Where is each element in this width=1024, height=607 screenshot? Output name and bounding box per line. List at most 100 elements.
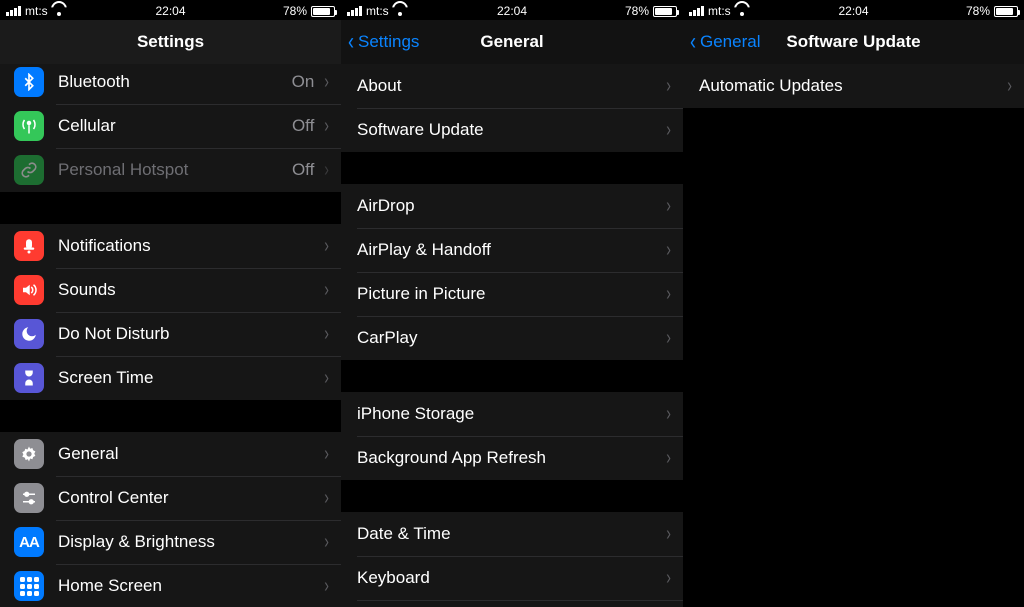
settings-pane: mt:s 22:04 78% Settings BluetoothOn›Cell… xyxy=(0,0,341,607)
row-datetime[interactable]: Date & Time› xyxy=(341,512,683,556)
moon-icon xyxy=(14,319,44,349)
gear-icon xyxy=(14,439,44,469)
status-bar: mt:s 22:04 78% xyxy=(0,0,341,20)
row-display[interactable]: AA Display & Brightness› xyxy=(0,520,341,564)
antenna-icon xyxy=(14,111,44,141)
chevron-right-icon: › xyxy=(322,367,338,390)
row-value: Off xyxy=(292,160,314,180)
row-label: AirPlay & Handoff xyxy=(357,240,660,260)
row-label: Do Not Disturb xyxy=(58,324,318,344)
row-label: Picture in Picture xyxy=(357,284,660,304)
chevron-left-icon: ‹ xyxy=(690,30,696,54)
nav-title: Settings xyxy=(0,32,341,52)
back-button[interactable]: ‹ General xyxy=(683,30,760,54)
row-bluetooth[interactable]: BluetoothOn › xyxy=(0,64,341,104)
row-pip[interactable]: Picture in Picture› xyxy=(341,272,683,316)
row-controlcenter[interactable]: Control Center› xyxy=(0,476,341,520)
row-screentime[interactable]: Screen Time› xyxy=(0,356,341,400)
row-notifications[interactable]: Notifications› xyxy=(0,224,341,268)
chevron-right-icon: › xyxy=(322,115,338,138)
row-label: Control Center xyxy=(58,488,318,508)
chevron-right-icon: › xyxy=(322,235,338,258)
chevron-right-icon: › xyxy=(664,283,680,306)
row-label: About xyxy=(357,76,660,96)
chevron-right-icon: › xyxy=(322,71,338,94)
battery-icon xyxy=(653,6,677,17)
chevron-right-icon: › xyxy=(322,531,338,554)
row-cellular[interactable]: CellularOff › xyxy=(0,104,341,148)
row-label: Background App Refresh xyxy=(357,448,660,468)
row-label: Personal Hotspot xyxy=(58,160,292,180)
aa-icon: AA xyxy=(14,527,44,557)
bell-icon xyxy=(14,231,44,261)
row-label: Sounds xyxy=(58,280,318,300)
row-label: Home Screen xyxy=(58,576,318,596)
row-softwareupdate[interactable]: Software Update› xyxy=(341,108,683,152)
row-bgapp[interactable]: Background App Refresh› xyxy=(341,436,683,480)
row-fonts[interactable]: Fonts› xyxy=(341,600,683,607)
row-airplay[interactable]: AirPlay & Handoff› xyxy=(341,228,683,272)
chevron-right-icon: › xyxy=(664,403,680,426)
row-storage[interactable]: iPhone Storage› xyxy=(341,392,683,436)
chevron-left-icon: ‹ xyxy=(348,30,354,54)
nav-bar: ‹ General Software Update xyxy=(683,20,1024,64)
signal-icon xyxy=(689,6,704,16)
row-dnd[interactable]: Do Not Disturb› xyxy=(0,312,341,356)
nav-bar: Settings xyxy=(0,20,341,64)
sound-icon xyxy=(14,275,44,305)
row-label: General xyxy=(58,444,318,464)
row-sounds[interactable]: Sounds› xyxy=(0,268,341,312)
row-airdrop[interactable]: AirDrop› xyxy=(341,184,683,228)
chevron-right-icon: › xyxy=(664,239,680,262)
chevron-right-icon: › xyxy=(664,75,680,98)
row-general[interactable]: General› xyxy=(0,432,341,476)
row-label: Software Update xyxy=(357,120,660,140)
row-label: Automatic Updates xyxy=(699,76,1001,96)
bluetooth-icon xyxy=(14,67,44,97)
row-label: Keyboard xyxy=(357,568,660,588)
chevron-right-icon: › xyxy=(1005,75,1021,98)
row-keyboard[interactable]: Keyboard› xyxy=(341,556,683,600)
row-homescreen[interactable]: Home Screen› xyxy=(0,564,341,607)
row-label: Date & Time xyxy=(357,524,660,544)
row-label: Bluetooth xyxy=(58,72,292,92)
chevron-right-icon: › xyxy=(322,323,338,346)
chevron-right-icon: › xyxy=(664,119,680,142)
back-label: General xyxy=(700,32,760,52)
chevron-right-icon: › xyxy=(322,443,338,466)
row-autoupdates[interactable]: Automatic Updates› xyxy=(683,64,1024,108)
battery-icon xyxy=(311,6,335,17)
hour-icon xyxy=(14,363,44,393)
row-label: CarPlay xyxy=(357,328,660,348)
signal-icon xyxy=(6,6,21,16)
chevron-right-icon: › xyxy=(664,327,680,350)
back-label: Settings xyxy=(358,32,419,52)
row-carplay[interactable]: CarPlay› xyxy=(341,316,683,360)
chevron-right-icon: › xyxy=(322,279,338,302)
row-value: On xyxy=(292,72,315,92)
wifi-icon xyxy=(735,6,749,16)
chevron-right-icon: › xyxy=(664,567,680,590)
row-value: Off xyxy=(292,116,314,136)
chevron-right-icon: › xyxy=(664,195,680,218)
chevron-right-icon: › xyxy=(322,575,338,598)
grid-icon xyxy=(14,571,44,601)
battery-pct-label: 78% xyxy=(625,4,649,18)
row-label: Display & Brightness xyxy=(58,532,318,552)
carrier-label: mt:s xyxy=(25,4,48,18)
link-icon xyxy=(14,155,44,185)
back-button[interactable]: ‹ Settings xyxy=(341,30,419,54)
software-update-pane: mt:s 22:04 78% ‹ General Software Update… xyxy=(683,0,1024,607)
battery-icon xyxy=(994,6,1018,17)
row-hotspot: Personal HotspotOff› xyxy=(0,148,341,192)
signal-icon xyxy=(347,6,362,16)
row-label: Screen Time xyxy=(58,368,318,388)
row-label: Cellular xyxy=(58,116,292,136)
wifi-icon xyxy=(393,6,407,16)
battery-pct-label: 78% xyxy=(966,4,990,18)
carrier-label: mt:s xyxy=(708,4,731,18)
status-bar: mt:s 22:04 78% xyxy=(683,0,1024,20)
general-pane: mt:s 22:04 78% ‹ Settings General About›… xyxy=(341,0,683,607)
row-label: iPhone Storage xyxy=(357,404,660,424)
row-about[interactable]: About› xyxy=(341,64,683,108)
